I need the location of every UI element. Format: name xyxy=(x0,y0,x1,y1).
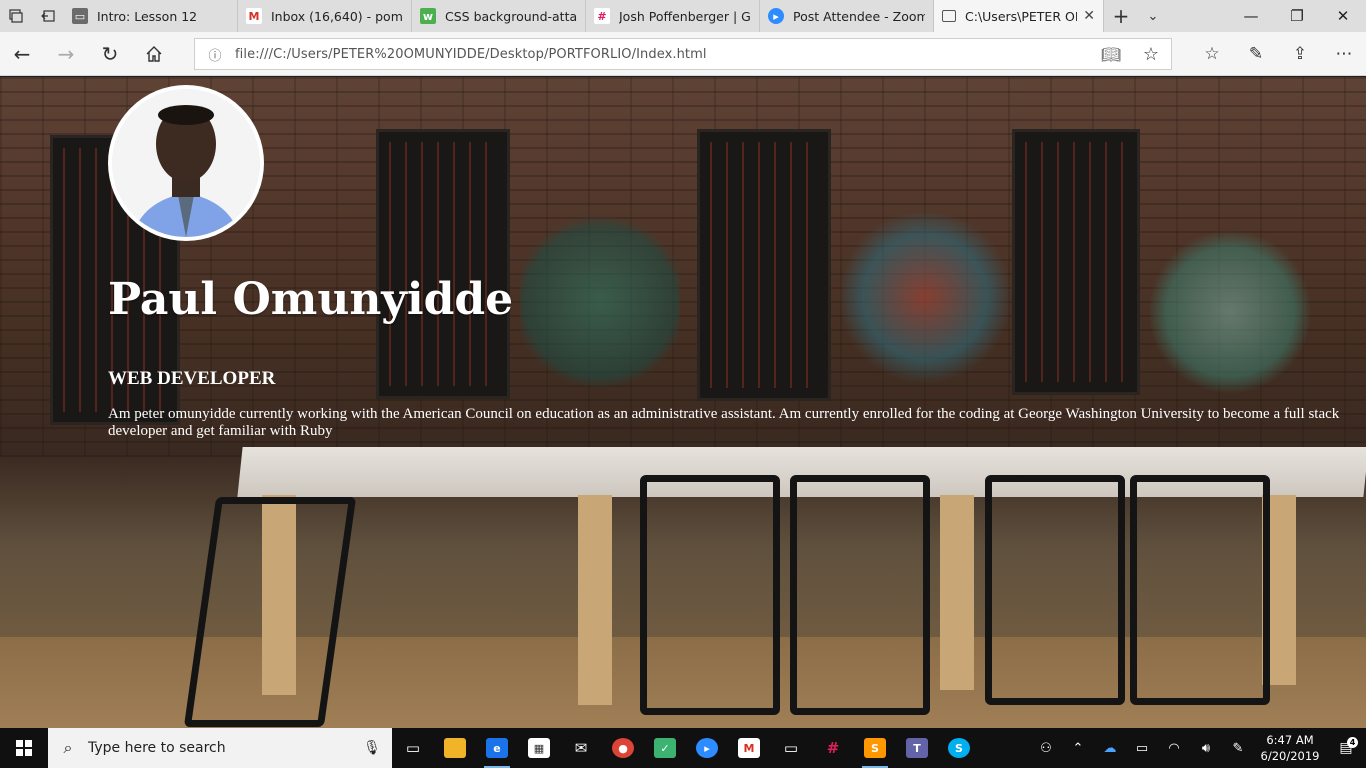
job-title: WEB DEVELOPER xyxy=(108,368,276,389)
page-title: Paul Omunyidde xyxy=(108,274,514,325)
info-icon[interactable]: ⓘ xyxy=(195,45,235,64)
page-icon xyxy=(942,10,956,22)
tab-gmail-inbox[interactable]: M Inbox (16,640) - pomur xyxy=(238,0,412,32)
teams-icon[interactable]: T xyxy=(896,728,938,768)
minimize-button[interactable]: — xyxy=(1228,0,1274,32)
folding-chair xyxy=(640,475,780,715)
system-clock[interactable]: 6:47 AM 6/20/2019 xyxy=(1254,732,1326,764)
edge-browser-icon[interactable]: e xyxy=(476,728,518,768)
close-tab-icon[interactable]: ✕ xyxy=(1083,8,1095,24)
action-center-button[interactable]: ▤ 4 xyxy=(1326,737,1366,756)
search-icon: ⌕ xyxy=(63,738,73,757)
profile-avatar xyxy=(108,85,264,241)
pen-notes-icon[interactable]: ✎ xyxy=(1234,32,1278,76)
slack-icon: # xyxy=(594,8,610,24)
address-bar[interactable]: ⓘ file:///C:/Users/PETER%20OMUNYIDDE/Des… xyxy=(194,38,1172,70)
refresh-button[interactable]: ↻ xyxy=(88,32,132,76)
chevron-up-icon[interactable]: ⌃ xyxy=(1062,741,1094,756)
tab-title: Post Attendee - Zoom xyxy=(793,8,925,24)
tab-title: Josh Poffenberger | Ge xyxy=(619,8,751,24)
tab-title: Inbox (16,640) - pomur xyxy=(271,8,403,24)
restore-button[interactable]: ❐ xyxy=(1274,0,1320,32)
tab-title: Intro: Lesson 12 xyxy=(97,8,198,24)
taskbar-search[interactable]: ⌕ Type here to search 🎙︎ xyxy=(48,728,392,768)
tab-title: C:\Users\PETER OM xyxy=(965,8,1078,24)
tab-page-icon: ▭ xyxy=(72,8,88,24)
folding-chair xyxy=(985,475,1125,705)
security-app-icon[interactable]: ✓ xyxy=(644,728,686,768)
skype-icon[interactable]: S xyxy=(938,728,980,768)
table-leg xyxy=(578,495,612,705)
battery-icon[interactable]: ▭ xyxy=(1126,741,1158,756)
reading-view-icon[interactable]: 📖︎ xyxy=(1091,45,1131,64)
windows-logo-icon xyxy=(16,740,32,756)
people-icon[interactable]: ⚇ xyxy=(1030,741,1062,756)
pen-workspace-icon[interactable]: ✎ xyxy=(1222,741,1254,756)
new-tab-button[interactable]: + xyxy=(1104,0,1138,32)
table-leg xyxy=(940,495,974,690)
task-view-icon[interactable]: ▭ xyxy=(392,728,434,768)
microphone-icon[interactable]: 🎙︎ xyxy=(352,740,392,756)
more-options-icon[interactable]: ⋯ xyxy=(1322,32,1366,76)
clock-time: 6:47 AM xyxy=(1266,733,1314,747)
volume-icon[interactable]: 🔊︎ xyxy=(1190,741,1222,756)
page-content: Paul Omunyidde WEB DEVELOPER Am peter om… xyxy=(0,77,1366,728)
back-button[interactable]: ← xyxy=(0,32,44,76)
tab-active-portfolio[interactable]: C:\Users\PETER OM ✕ xyxy=(934,0,1104,32)
gmail-icon[interactable]: M xyxy=(728,728,770,768)
share-icon[interactable]: ⇪ xyxy=(1278,32,1322,76)
w3schools-icon: w xyxy=(420,8,436,24)
bio-paragraph: Am peter omunyidde currently working wit… xyxy=(108,406,1340,439)
tab-zoom[interactable]: ▸ Post Attendee - Zoom xyxy=(760,0,934,32)
favorite-star-icon[interactable]: ☆ xyxy=(1131,44,1171,65)
mail-icon[interactable]: ✉ xyxy=(560,728,602,768)
chevron-down-icon[interactable]: ⌄ xyxy=(1138,0,1168,32)
sublime-text-icon[interactable]: S xyxy=(854,728,896,768)
folding-chair xyxy=(790,475,930,715)
store-icon[interactable]: ▦ xyxy=(518,728,560,768)
profile-photo xyxy=(112,89,260,237)
browser-toolbar: ← → ↻ ⓘ file:///C:/Users/PETER%20OMUNYID… xyxy=(0,32,1366,76)
set-aside-tabs-icon[interactable] xyxy=(32,0,64,32)
chrome-icon[interactable]: ● xyxy=(602,728,644,768)
zoom-icon: ▸ xyxy=(768,8,784,24)
system-tray: ⚇ ⌃ ☁ ▭ ◠ 🔊︎ ✎ 6:47 AM 6/20/2019 ▤ 4 xyxy=(1030,728,1366,768)
graffiti-art xyxy=(1150,227,1310,397)
wifi-icon[interactable]: ◠ xyxy=(1158,741,1190,756)
window-app-icon[interactable]: ▭ xyxy=(770,728,812,768)
browser-tab-strip: ▭ Intro: Lesson 12 M Inbox (16,640) - po… xyxy=(0,0,1366,32)
file-explorer-icon[interactable] xyxy=(434,728,476,768)
favorites-hub-icon[interactable]: ☆ xyxy=(1190,32,1234,76)
address-url[interactable]: file:///C:/Users/PETER%20OMUNYIDDE/Deskt… xyxy=(235,47,1091,62)
windows-taskbar: ⌕ Type here to search 🎙︎ ▭ e ▦ ✉ ● ✓ ▸ M… xyxy=(0,728,1366,768)
background-window xyxy=(376,129,510,399)
start-button[interactable] xyxy=(0,728,48,768)
zoom-icon[interactable]: ▸ xyxy=(686,728,728,768)
forward-button[interactable]: → xyxy=(44,32,88,76)
tab-intro-lesson[interactable]: ▭ Intro: Lesson 12 xyxy=(64,0,238,32)
background-window xyxy=(1012,129,1140,395)
onedrive-icon[interactable]: ☁ xyxy=(1094,741,1126,756)
background-window xyxy=(697,129,831,401)
graffiti-art xyxy=(520,207,680,397)
clock-date: 6/20/2019 xyxy=(1260,749,1320,763)
tab-slack[interactable]: # Josh Poffenberger | Ge xyxy=(586,0,760,32)
folding-chair xyxy=(1130,475,1270,705)
home-button[interactable] xyxy=(132,32,176,76)
tab-preview-icon[interactable] xyxy=(0,0,32,32)
graffiti-art xyxy=(840,207,1010,387)
tab-css-background[interactable]: w CSS background-attach xyxy=(412,0,586,32)
slack-icon[interactable]: # xyxy=(812,728,854,768)
gmail-icon: M xyxy=(246,8,262,24)
notification-count: 4 xyxy=(1347,737,1358,748)
search-input[interactable]: Type here to search xyxy=(88,740,352,756)
close-window-button[interactable]: ✕ xyxy=(1320,0,1366,32)
tab-title: CSS background-attach xyxy=(445,8,577,24)
